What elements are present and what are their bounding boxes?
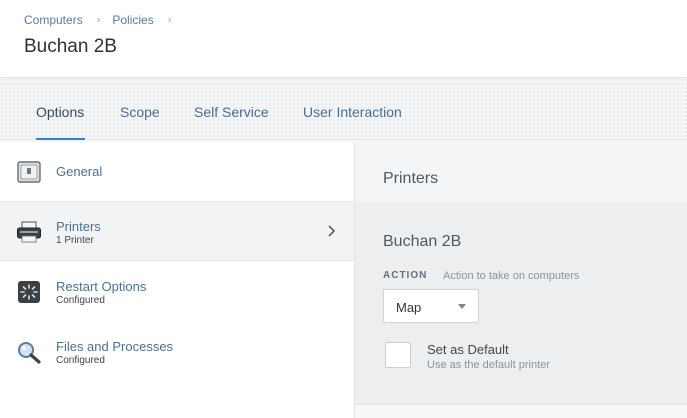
sidebar-item-sublabel: Configured	[56, 355, 105, 366]
general-icon	[17, 161, 41, 183]
sidebar-item-sublabel: 1 Printer	[56, 235, 94, 246]
printer-name: Buchan 2B	[383, 233, 462, 250]
sidebar-item-printers[interactable]: Printers 1 Printer	[0, 201, 354, 261]
action-label: ACTION	[383, 270, 428, 281]
breadcrumb-computers[interactable]: Computers	[24, 13, 83, 27]
breadcrumb-separator-icon: ›	[167, 14, 172, 26]
restart-icon	[18, 281, 40, 303]
tab-options[interactable]: Options	[36, 104, 84, 120]
options-sidebar: General Printers 1 Printer Restart Optio…	[0, 142, 355, 418]
breadcrumb: Computers › Policies ›	[24, 13, 183, 27]
tab-user-interaction[interactable]: User Interaction	[303, 104, 402, 120]
sidebar-item-files-and-processes[interactable]: Files and Processes Configured	[0, 322, 354, 382]
action-select[interactable]: Map	[383, 289, 479, 323]
panel-footer	[355, 404, 687, 418]
chevron-right-icon	[328, 225, 335, 237]
sidebar-item-label: Printers	[56, 219, 101, 234]
sidebar-item-label: Restart Options	[56, 279, 147, 294]
page-title: Buchan 2B	[24, 36, 117, 57]
sidebar-item-restart-options[interactable]: Restart Options Configured	[0, 262, 354, 322]
breadcrumb-policies[interactable]: Policies	[112, 13, 153, 27]
printers-panel: Printers Buchan 2B ACTION Action to take…	[355, 142, 687, 418]
panel-header: Printers	[355, 142, 687, 202]
action-select-value: Map	[396, 300, 422, 315]
panel-title: Printers	[383, 170, 439, 187]
tab-bar: Options Scope Self Service User Interact…	[0, 82, 687, 140]
printer-icon	[17, 221, 41, 243]
sidebar-item-label: Files and Processes	[56, 339, 174, 354]
tab-self-service[interactable]: Self Service	[194, 104, 269, 120]
set-default-checkbox[interactable]	[385, 342, 411, 368]
sidebar-item-label: General	[56, 164, 103, 179]
page-header: Computers › Policies › Buchan 2B	[0, 0, 687, 78]
printer-card: Buchan 2B ACTION Action to take on compu…	[355, 202, 687, 404]
tab-scope[interactable]: Scope	[120, 104, 160, 120]
sidebar-item-general[interactable]: General	[0, 142, 354, 202]
dropdown-caret-icon	[458, 304, 466, 309]
magnifier-icon	[18, 342, 41, 364]
active-tab-indicator	[36, 138, 85, 140]
set-default-help-text: Use as the default printer	[427, 359, 550, 371]
set-default-label: Set as Default	[427, 342, 509, 357]
sidebar-item-sublabel: Configured	[56, 295, 105, 306]
breadcrumb-separator-icon: ›	[96, 14, 101, 26]
action-help-text: Action to take on computers	[443, 270, 580, 282]
